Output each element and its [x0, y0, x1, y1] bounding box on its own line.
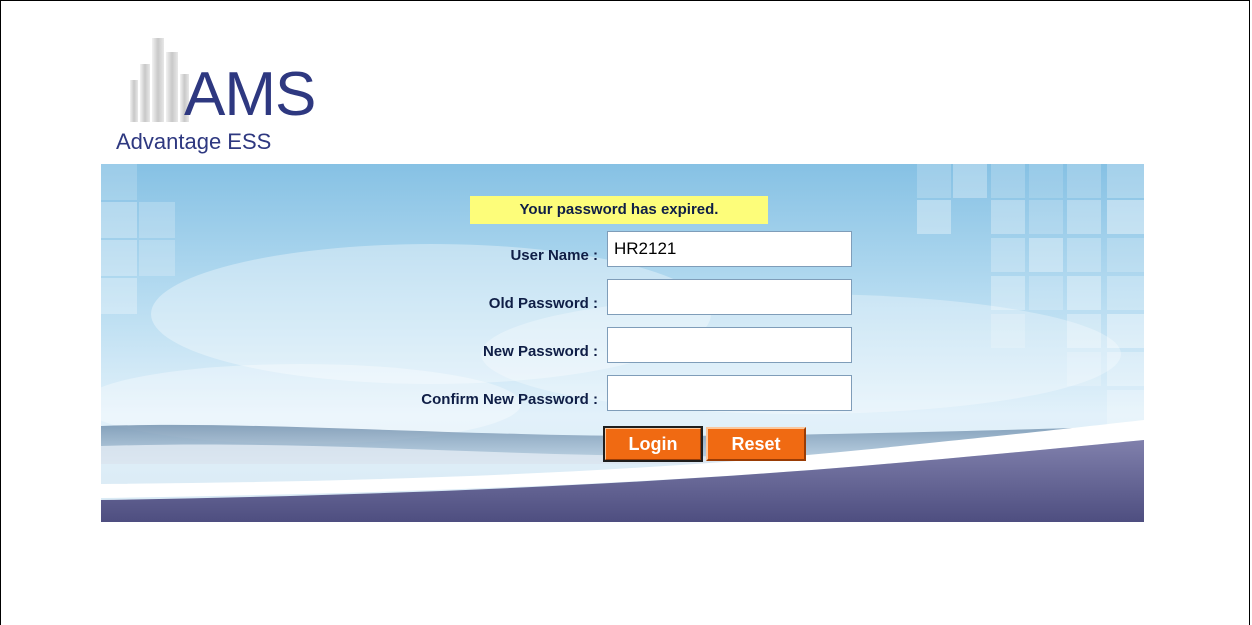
login-button[interactable]: Login [603, 426, 703, 462]
brand-name: AMS [184, 60, 316, 129]
password-expired-message: Your password has expired. [470, 196, 768, 224]
reset-button[interactable]: Reset [706, 427, 806, 461]
ams-logo: AMS Advantage ESS [112, 38, 352, 158]
brand-subtitle: Advantage ESS [116, 129, 272, 154]
confirm-password-label: Confirm New Password : [421, 391, 598, 408]
username-label: User Name : [510, 247, 598, 264]
username-input[interactable] [607, 231, 852, 267]
old-password-input[interactable] [607, 279, 852, 315]
confirm-password-input[interactable] [607, 375, 852, 411]
new-password-input[interactable] [607, 327, 852, 363]
new-password-label: New Password : [482, 343, 598, 360]
old-password-label: Old Password : [488, 295, 598, 312]
